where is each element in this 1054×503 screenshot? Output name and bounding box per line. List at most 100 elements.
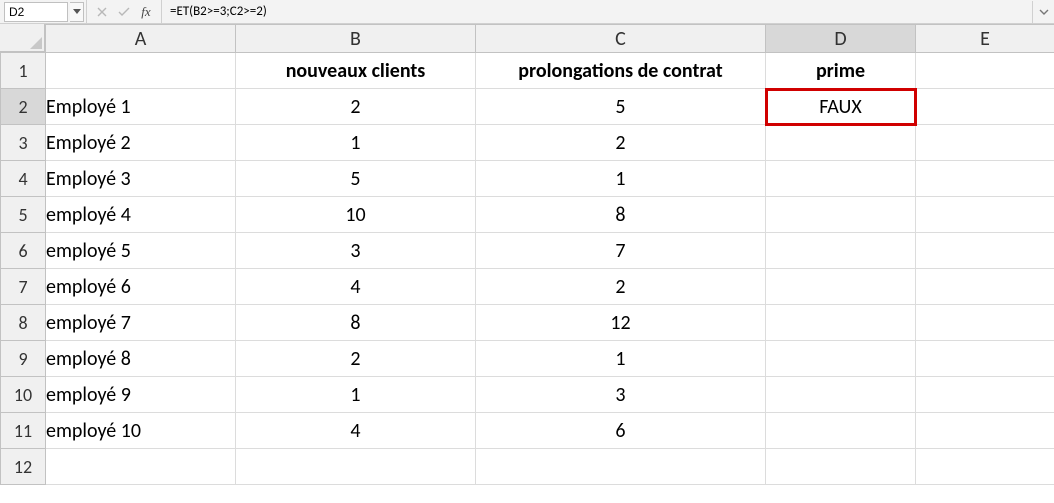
cell-E10[interactable] xyxy=(916,377,1054,413)
table-row: 10 employé 9 1 3 xyxy=(1,377,1054,413)
cell-E12[interactable] xyxy=(916,449,1054,485)
cell-C8[interactable]: 12 xyxy=(476,305,766,341)
cell-B9[interactable]: 2 xyxy=(236,341,476,377)
cell-E11[interactable] xyxy=(916,413,1054,449)
cell-D4[interactable] xyxy=(766,161,916,197)
cell-C3[interactable]: 2 xyxy=(476,125,766,161)
cell-A8[interactable]: employé 7 xyxy=(46,305,236,341)
table-row: 12 xyxy=(1,449,1054,485)
cell-A4[interactable]: Employé 3 xyxy=(46,161,236,197)
row-header-5[interactable]: 5 xyxy=(1,197,46,233)
cell-D10[interactable] xyxy=(766,377,916,413)
cell-B2[interactable]: 2 xyxy=(236,89,476,125)
row-header-11[interactable]: 11 xyxy=(1,413,46,449)
cell-A1[interactable] xyxy=(46,53,236,89)
cell-E4[interactable] xyxy=(916,161,1054,197)
confirm-formula-button[interactable] xyxy=(113,1,135,23)
cell-D7[interactable] xyxy=(766,269,916,305)
expand-formula-bar-button[interactable] xyxy=(1032,1,1054,23)
formula-bar: fx xyxy=(0,0,1054,24)
table-row: 2 Employé 1 2 5 FAUX xyxy=(1,89,1054,125)
cell-D11[interactable] xyxy=(766,413,916,449)
cell-D8[interactable] xyxy=(766,305,916,341)
row-header-10[interactable]: 10 xyxy=(1,377,46,413)
table-row: 7 employé 6 4 2 xyxy=(1,269,1054,305)
cell-C5[interactable]: 8 xyxy=(476,197,766,233)
table-row: 11 employé 10 4 6 xyxy=(1,413,1054,449)
cell-D3[interactable] xyxy=(766,125,916,161)
name-box-dropdown-button[interactable] xyxy=(70,2,84,22)
row-header-4[interactable]: 4 xyxy=(1,161,46,197)
cell-C11[interactable]: 6 xyxy=(476,413,766,449)
cell-E6[interactable] xyxy=(916,233,1054,269)
chevron-down-icon xyxy=(73,9,81,14)
cell-C1[interactable]: prolongations de contrat xyxy=(476,53,766,89)
cell-D9[interactable] xyxy=(766,341,916,377)
cell-E9[interactable] xyxy=(916,341,1054,377)
cell-B1[interactable]: nouveaux clients xyxy=(236,53,476,89)
row-header-7[interactable]: 7 xyxy=(1,269,46,305)
cell-B4[interactable]: 5 xyxy=(236,161,476,197)
column-header-B[interactable]: B xyxy=(236,25,476,53)
cell-B11[interactable]: 4 xyxy=(236,413,476,449)
cell-A2[interactable]: Employé 1 xyxy=(46,89,236,125)
cell-B10[interactable]: 1 xyxy=(236,377,476,413)
cell-C7[interactable]: 2 xyxy=(476,269,766,305)
cell-C10[interactable]: 3 xyxy=(476,377,766,413)
fx-icon: fx xyxy=(139,4,152,20)
cell-A12[interactable] xyxy=(46,449,236,485)
table-row: 5 employé 4 10 8 xyxy=(1,197,1054,233)
row-header-8[interactable]: 8 xyxy=(1,305,46,341)
cell-E5[interactable] xyxy=(916,197,1054,233)
cell-D12[interactable] xyxy=(766,449,916,485)
cell-C2[interactable]: 5 xyxy=(476,89,766,125)
cell-D5[interactable] xyxy=(766,197,916,233)
cell-E8[interactable] xyxy=(916,305,1054,341)
cell-B8[interactable]: 8 xyxy=(236,305,476,341)
row-header-12[interactable]: 12 xyxy=(1,449,46,485)
column-header-D[interactable]: D xyxy=(766,25,916,53)
column-header-A[interactable]: A xyxy=(46,25,236,53)
cell-A10[interactable]: employé 9 xyxy=(46,377,236,413)
row-header-2[interactable]: 2 xyxy=(1,89,46,125)
cell-E2[interactable] xyxy=(916,89,1054,125)
select-all-triangle-icon xyxy=(30,37,42,49)
row-header-9[interactable]: 9 xyxy=(1,341,46,377)
cell-A5[interactable]: employé 4 xyxy=(46,197,236,233)
table-row: 9 employé 8 2 1 xyxy=(1,341,1054,377)
cell-C9[interactable]: 1 xyxy=(476,341,766,377)
table-row: 4 Employé 3 5 1 xyxy=(1,161,1054,197)
row-header-3[interactable]: 3 xyxy=(1,125,46,161)
insert-function-button[interactable]: fx xyxy=(135,1,157,23)
cell-C6[interactable]: 7 xyxy=(476,233,766,269)
cell-C4[interactable]: 1 xyxy=(476,161,766,197)
table-row: 3 Employé 2 1 2 xyxy=(1,125,1054,161)
formula-input[interactable] xyxy=(168,2,1032,22)
cell-D2[interactable]: FAUX xyxy=(766,89,916,125)
cancel-formula-button[interactable] xyxy=(91,1,113,23)
cell-A6[interactable]: employé 5 xyxy=(46,233,236,269)
select-all-cell[interactable] xyxy=(0,24,45,52)
cell-B3[interactable]: 1 xyxy=(236,125,476,161)
row-header-6[interactable]: 6 xyxy=(1,233,46,269)
cell-D6[interactable] xyxy=(766,233,916,269)
cell-E3[interactable] xyxy=(916,125,1054,161)
cell-B7[interactable]: 4 xyxy=(236,269,476,305)
cell-A7[interactable]: employé 6 xyxy=(46,269,236,305)
column-header-C[interactable]: C xyxy=(476,25,766,53)
cell-B12[interactable] xyxy=(236,449,476,485)
column-header-E[interactable]: E xyxy=(916,25,1054,53)
cell-E1[interactable] xyxy=(916,53,1054,89)
name-box-input[interactable] xyxy=(4,2,68,22)
cell-E7[interactable] xyxy=(916,269,1054,305)
spreadsheet-grid: A B C D E 1 nouveaux clients prolongatio… xyxy=(0,24,1054,485)
cell-A3[interactable]: Employé 2 xyxy=(46,125,236,161)
row-header-1[interactable]: 1 xyxy=(1,53,46,89)
cell-B5[interactable]: 10 xyxy=(236,197,476,233)
chevron-down-icon xyxy=(1039,9,1049,15)
cell-A11[interactable]: employé 10 xyxy=(46,413,236,449)
cell-C12[interactable] xyxy=(476,449,766,485)
cell-A9[interactable]: employé 8 xyxy=(46,341,236,377)
cell-B6[interactable]: 3 xyxy=(236,233,476,269)
cell-D1[interactable]: prime xyxy=(766,53,916,89)
